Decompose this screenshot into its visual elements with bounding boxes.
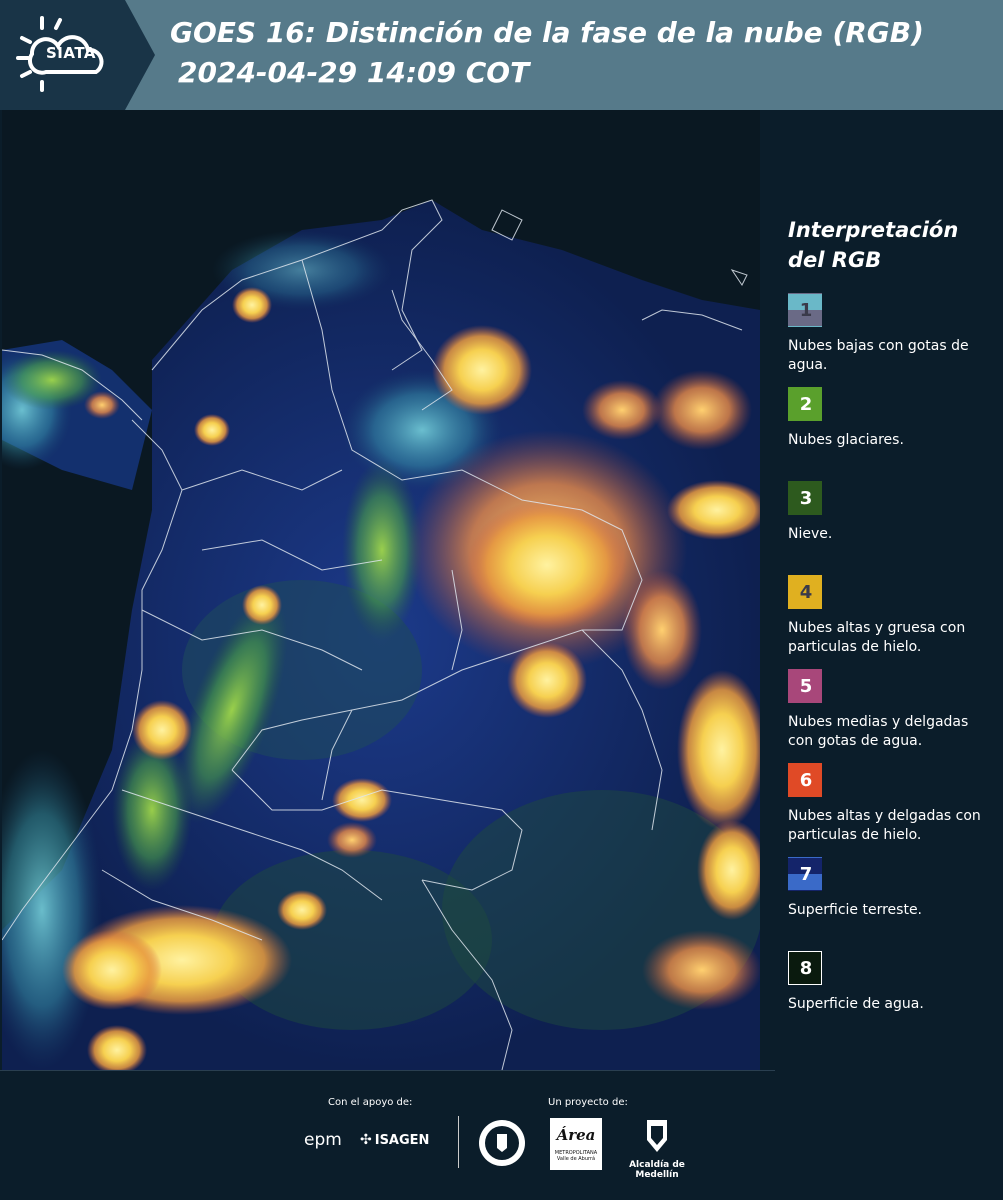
legend-item: 3 Nieve. [788, 481, 988, 575]
rgb-legend: Interpretación del RGB 1 Nubes bajas con … [788, 215, 988, 1045]
shield-icon [647, 1120, 667, 1152]
legend-swatch: 1 [788, 293, 822, 327]
legend-items: 1 Nubes bajas con gotas de agua. 2 Nubes gl… [788, 293, 988, 1045]
area-metropolitana-logo: Área METROPOLITANA Valle de Aburrá [550, 1118, 602, 1170]
legend-title-line1: Interpretación [788, 218, 959, 242]
legend-number: 5 [799, 676, 813, 697]
legend-swatch: 2 [788, 387, 822, 421]
isagen-text: ISAGEN [374, 1133, 430, 1148]
legend-label: Nieve. [788, 526, 833, 542]
footer-separator [458, 1116, 459, 1168]
area-subtext-2: Valle de Aburrá [556, 1156, 596, 1162]
legend-label: Nubes bajas con gotas de agua. [788, 338, 969, 373]
legend-swatch: 4 [788, 575, 822, 609]
legend-number: 3 [799, 488, 813, 509]
legend-item: 8 Superficie de agua. [788, 951, 988, 1045]
legend-label: Nubes glaciares. [788, 432, 904, 448]
legend-number: 2 [799, 394, 813, 415]
legend-label: Superficie de agua. [788, 996, 924, 1012]
isagen-icon: ✣ [360, 1132, 372, 1148]
legend-label: Nubes medias y delgadas con gotas de agu… [788, 714, 969, 749]
area-text: Área [556, 1126, 596, 1144]
header-bar: SIATA GOES 16: Distinción de la fase de … [0, 0, 1003, 110]
legend-label: Nubes altas y delgadas con particulas de… [788, 808, 981, 843]
legend-swatch: 6 [788, 763, 822, 797]
isagen-logo: ✣ ISAGEN [360, 1132, 429, 1148]
legend-number: 6 [799, 770, 813, 791]
legend-swatch: 8 [788, 951, 822, 985]
legend-label: Nubes altas y gruesa con particulas de h… [788, 620, 966, 655]
legend-title: Interpretación del RGB [788, 215, 988, 275]
page-title: GOES 16: Distinción de la fase de la nub… [170, 16, 924, 49]
legend-number: 1 [799, 300, 813, 321]
legend-item: 1 Nubes bajas con gotas de agua. [788, 293, 988, 387]
support-label: Con el apoyo de: [328, 1097, 413, 1108]
legend-item: 7 Superficie terreste. [788, 857, 988, 951]
antioquia-seal [477, 1118, 527, 1172]
legend-item: 2 Nubes glaciares. [788, 387, 988, 481]
satellite-map [2, 110, 760, 1070]
legend-item: 6 Nubes altas y delgadas con particulas d… [788, 763, 988, 857]
alcaldia-text: Alcaldía de Medellín [629, 1160, 685, 1180]
footer-divider [0, 1070, 775, 1071]
siata-logo: SIATA [0, 0, 155, 110]
alcaldia-logo: Alcaldía de Medellín [612, 1118, 702, 1180]
epm-text: epm [304, 1130, 342, 1150]
legend-number: 8 [799, 958, 813, 979]
project-label: Un proyecto de: [548, 1097, 628, 1108]
legend-number: 4 [799, 582, 813, 603]
satellite-image [2, 110, 760, 1070]
legend-swatch: 7 [788, 857, 822, 891]
legend-swatch: 3 [788, 481, 822, 515]
page-timestamp: 2024-04-29 14:09 COT [178, 56, 530, 89]
seal-icon [479, 1120, 525, 1166]
legend-item: 4 Nubes altas y gruesa con particulas de … [788, 575, 988, 669]
legend-label: Superficie terreste. [788, 902, 923, 918]
legend-swatch: 5 [788, 669, 822, 703]
legend-title-line2: del RGB [788, 248, 882, 272]
logo-text: SIATA [46, 44, 97, 62]
epm-logo: epm [304, 1130, 342, 1150]
legend-number: 7 [799, 864, 813, 885]
legend-item: 5 Nubes medias y delgadas con gotas de ag… [788, 669, 988, 763]
